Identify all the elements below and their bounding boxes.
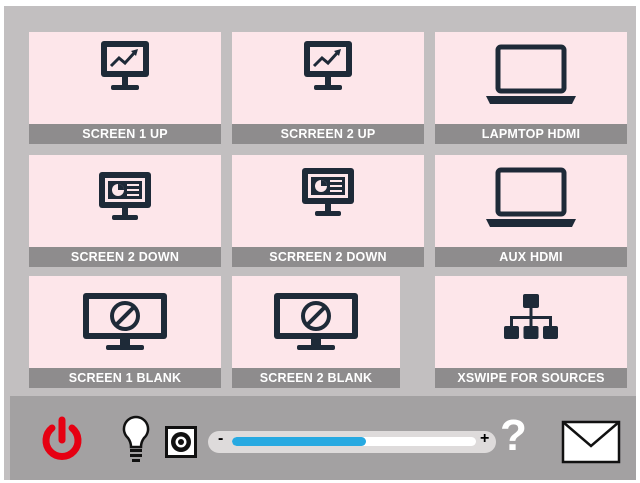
- tile-label: SCREEN 2 DOWN: [29, 247, 221, 267]
- network-hierarchy-icon: [435, 290, 627, 350]
- presentation-chart-icon: [232, 38, 424, 96]
- tile-label: SCRREEN 2 UP: [232, 124, 424, 144]
- help-button[interactable]: ?: [500, 411, 534, 461]
- tile-screen-2-up[interactable]: SCRREEN 2 UP: [232, 32, 424, 144]
- tile-label: LAPMTOP HDMI: [435, 124, 627, 144]
- tile-aux-hdmi[interactable]: AUX HDMI: [435, 155, 627, 267]
- speaker-button[interactable]: [165, 426, 197, 463]
- tile-laptop-hdmi[interactable]: LAPMTOP HDMI: [435, 32, 627, 144]
- presentation-chart-icon: [29, 38, 221, 96]
- tile-screen-1-blank[interactable]: SCREEN 1 BLANK: [29, 276, 221, 388]
- envelope-icon: [561, 420, 621, 464]
- tile-label: SCREEN 1 UP: [29, 124, 221, 144]
- volume-track: [232, 437, 476, 446]
- tile-label: XSWIPE FOR SOURCES: [435, 368, 627, 388]
- tile-label: SCREEN 2 BLANK: [232, 368, 400, 388]
- tile-screen-1-up[interactable]: SCREEN 1 UP: [29, 32, 221, 144]
- lightbulb-icon: [122, 415, 150, 462]
- dashboard-monitor-icon: [29, 169, 221, 227]
- volume-plus[interactable]: +: [480, 430, 489, 448]
- monitor-blocked-icon: [29, 290, 221, 354]
- power-button[interactable]: [38, 416, 86, 469]
- power-icon: [42, 416, 82, 460]
- tile-xswipe-sources[interactable]: XSWIPE FOR SOURCES: [435, 276, 627, 388]
- tile-label: SCREEN 1 BLANK: [29, 368, 221, 388]
- tile-label: SCRREEN 2 DOWN: [232, 247, 424, 267]
- speaker-icon: [165, 426, 197, 458]
- tile-label: AUX HDMI: [435, 247, 627, 267]
- tile-screen-2-blank[interactable]: SCREEN 2 BLANK: [232, 276, 400, 388]
- dashboard-monitor-icon: [232, 165, 424, 223]
- volume-fill: [232, 437, 367, 446]
- laptop-icon: [435, 44, 627, 108]
- mail-button[interactable]: [561, 420, 621, 469]
- lights-button[interactable]: [120, 414, 152, 469]
- monitor-blocked-icon: [232, 290, 400, 354]
- volume-minus[interactable]: -: [218, 430, 223, 448]
- tile-scrreen-2-down[interactable]: SCRREEN 2 DOWN: [232, 155, 424, 267]
- tile-screen-2-down[interactable]: SCREEN 2 DOWN: [29, 155, 221, 267]
- laptop-icon: [435, 167, 627, 231]
